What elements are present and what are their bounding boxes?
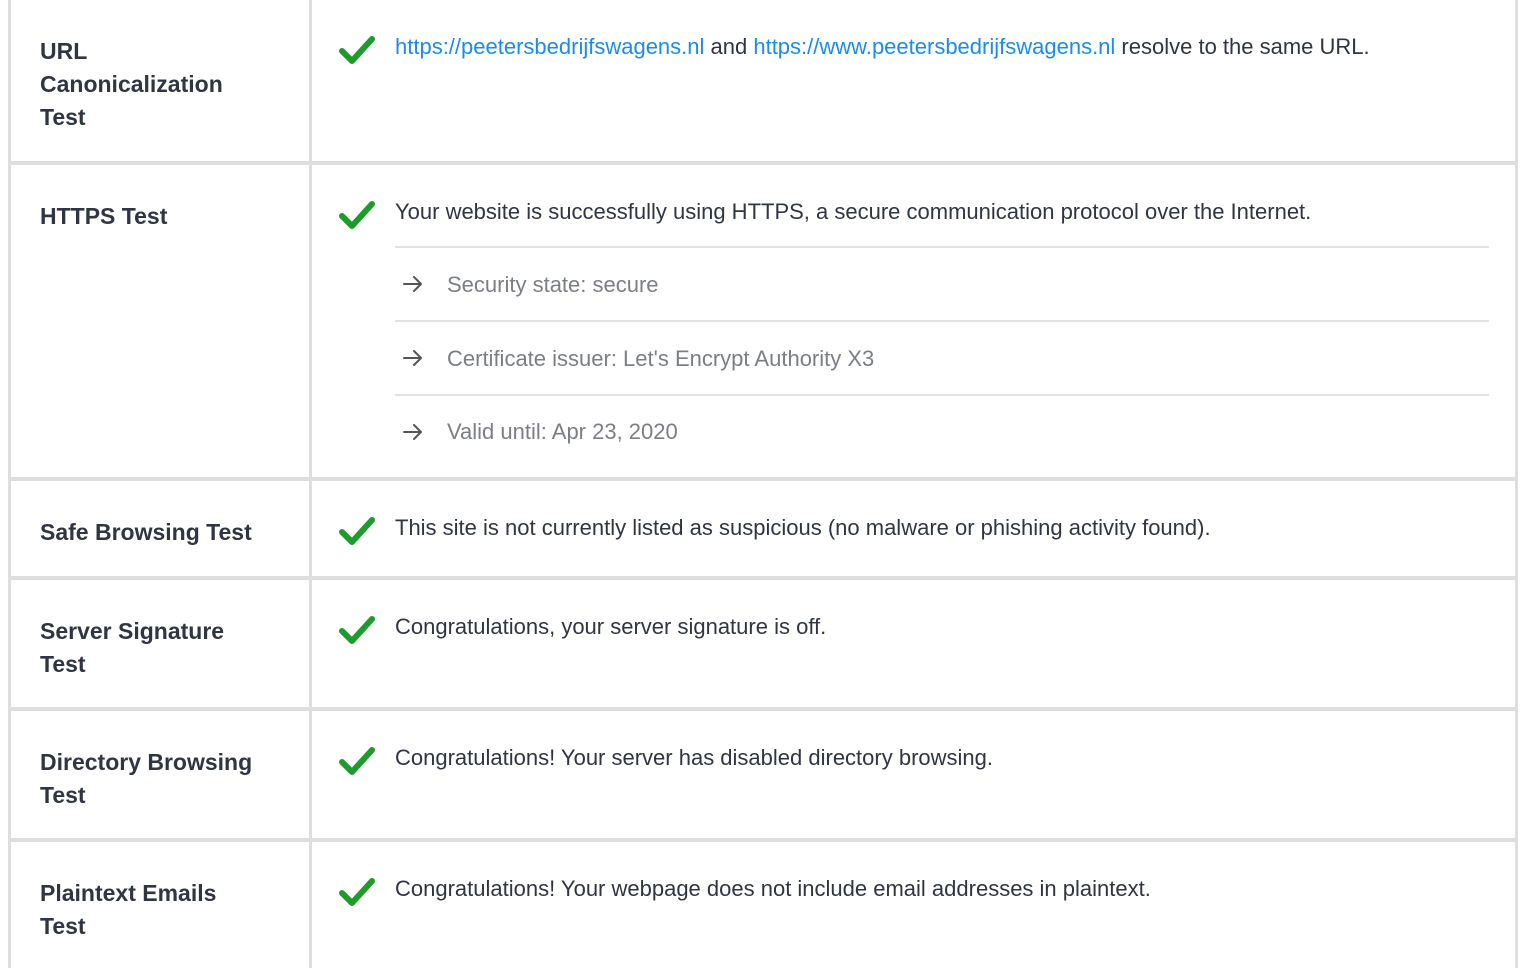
arrow-right-icon [403, 276, 422, 292]
plaintext-emails-row: Plaintext Emails Test Congratulations! Y… [11, 838, 1515, 968]
test-result: Congratulations! Your server has disable… [312, 711, 1515, 838]
server-signature-row: Server Signature Test Congratulations, y… [11, 576, 1515, 707]
https-details-list: Security state: secure Certificate issue… [395, 246, 1489, 467]
url-canonicalization-label: URL Canonicalization Test [40, 38, 223, 130]
result-text: Congratulations! Your webpage does not i… [395, 876, 1151, 901]
test-result: Congratulations! Your webpage does not i… [312, 842, 1515, 968]
safe-browsing-label: Safe Browsing Test [40, 519, 252, 545]
check-icon [339, 201, 375, 229]
suffix-text: resolve to the same URL. [1115, 34, 1370, 59]
directory-browsing-row: Directory Browsing Test Congratulations!… [11, 707, 1515, 838]
check-icon [339, 517, 375, 545]
check-icon [339, 616, 375, 644]
check-icon [339, 747, 375, 775]
canonical-url-link[interactable]: https://peetersbedrijfswagens.nl [395, 34, 704, 59]
https-test-label: HTTPS Test [40, 203, 168, 229]
www-url-link[interactable]: https://www.peetersbedrijfswagens.nl [753, 34, 1115, 59]
safe-browsing-row: Safe Browsing Test This site is not curr… [11, 477, 1515, 576]
test-label: URL Canonicalization Test [11, 0, 312, 161]
detail-item-valid-until: Valid until: Apr 23, 2020 [395, 394, 1489, 467]
detail-text: Security state: secure [447, 271, 659, 297]
security-report-table: URL Canonicalization Test https://peeter… [8, 0, 1518, 968]
result-text: https://peetersbedrijfswagens.nl and htt… [395, 34, 1370, 59]
result-text: Congratulations! Your server has disable… [395, 745, 993, 770]
detail-text: Certificate issuer: Let's Encrypt Author… [447, 345, 875, 371]
test-result: Your website is successfully using HTTPS… [312, 165, 1515, 477]
url-canonicalization-row: URL Canonicalization Test https://peeter… [11, 0, 1515, 161]
test-label: Plaintext Emails Test [11, 842, 312, 968]
detail-item-security-state: Security state: secure [395, 246, 1489, 320]
detail-text: Valid until: Apr 23, 2020 [447, 419, 678, 444]
connector-text: and [704, 34, 754, 59]
test-label: HTTPS Test [11, 165, 312, 477]
arrow-right-icon [403, 423, 422, 440]
plaintext-emails-label: Plaintext Emails Test [40, 880, 217, 939]
detail-item-certificate-issuer: Certificate issuer: Let's Encrypt Author… [395, 320, 1489, 394]
server-signature-label: Server Signature Test [40, 618, 225, 677]
result-text: Congratulations, your server signature i… [395, 614, 827, 639]
arrow-right-icon [403, 350, 422, 366]
test-label: Directory Browsing Test [11, 711, 312, 838]
directory-browsing-label: Directory Browsing Test [40, 749, 253, 808]
test-result: This site is not currently listed as sus… [312, 481, 1515, 576]
check-icon [339, 36, 375, 64]
test-label: Server Signature Test [11, 580, 312, 707]
test-result: Congratulations, your server signature i… [312, 580, 1515, 707]
result-text: Your website is successfully using HTTPS… [395, 199, 1312, 224]
test-result: https://peetersbedrijfswagens.nl and htt… [312, 0, 1515, 161]
result-text: This site is not currently listed as sus… [395, 515, 1211, 540]
test-label: Safe Browsing Test [11, 481, 312, 576]
https-test-row: HTTPS Test Your website is successfully … [11, 161, 1515, 477]
check-icon [339, 878, 375, 906]
